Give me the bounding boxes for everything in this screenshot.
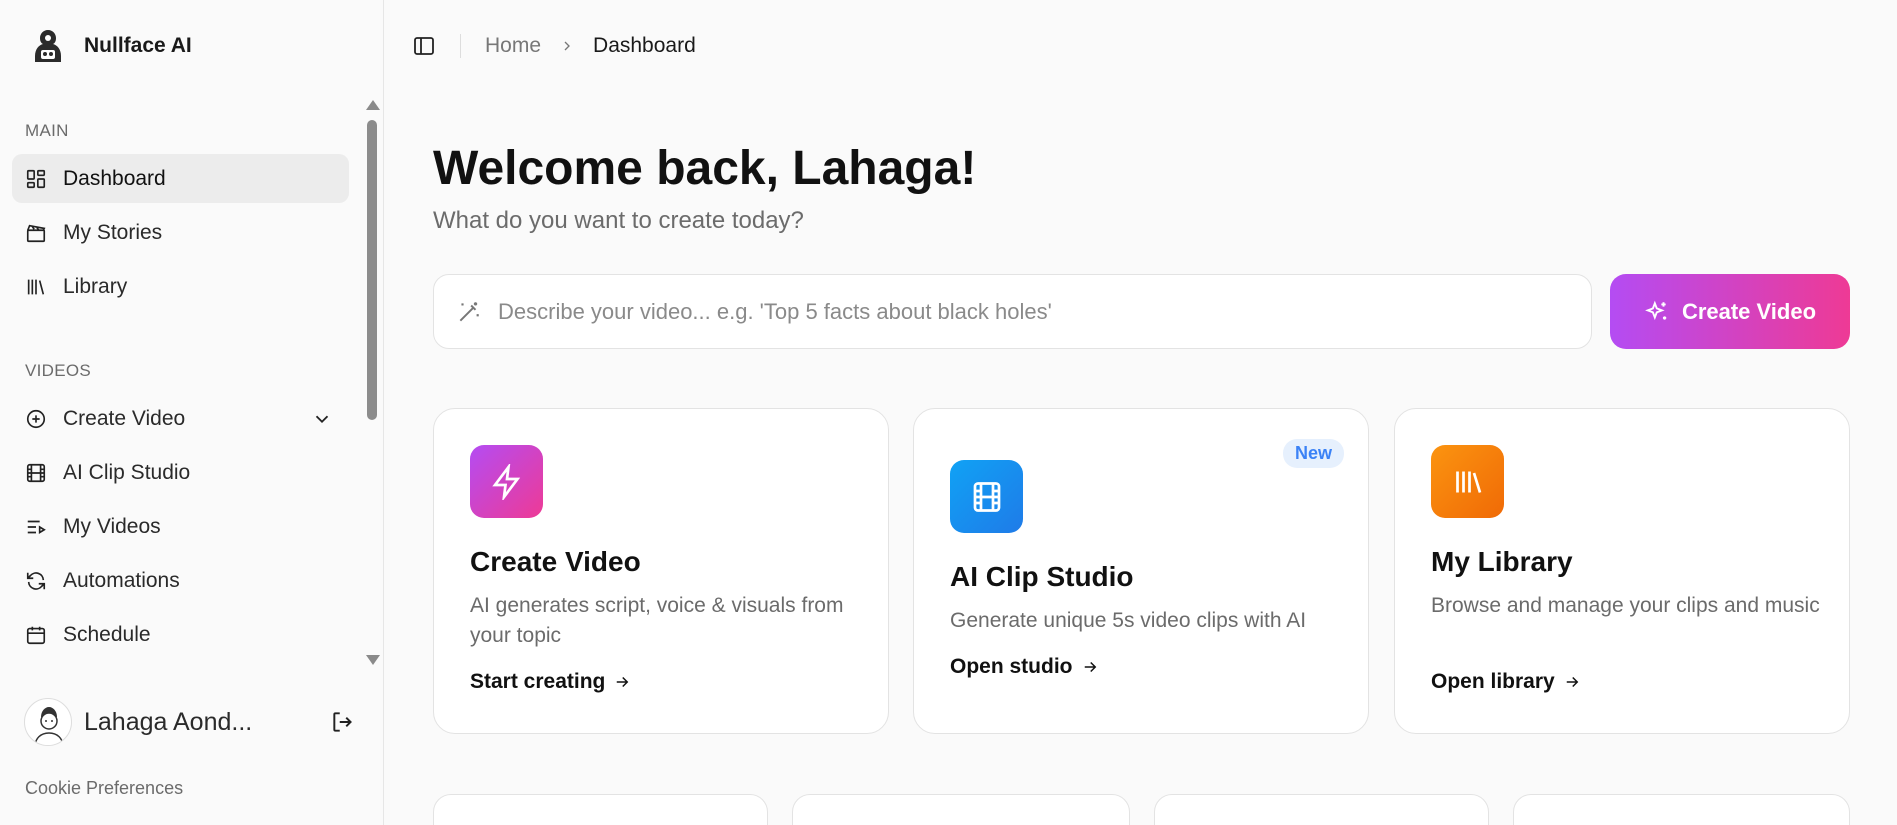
avatar-illustration-icon [34,707,64,745]
card-ai-clip-studio[interactable]: New AI Clip Studio Generate unique 5s vi… [913,408,1369,734]
breadcrumb-home[interactable]: Home [485,34,541,58]
arrow-right-icon [1566,676,1579,688]
lightning-icon [491,463,520,500]
sidebar-item-label: Schedule [63,622,151,646]
sidebar-item-library[interactable]: Library [12,262,349,311]
section-label-main: MAIN [25,121,69,140]
calendar-icon [26,626,46,644]
stat-card[interactable] [1513,794,1850,825]
card-icon-bg [950,460,1023,533]
sidebar-item-label: Dashboard [63,166,166,190]
sidebar-nav: MAIN Dashboard My Stories Library VIDEOS… [0,100,384,670]
sidebar-item-label: My Videos [63,514,161,538]
card-link-start-creating[interactable]: Start creating [470,670,631,694]
sidebar-scrollbar[interactable] [364,100,380,665]
create-video-label: Create Video [1681,298,1817,324]
card-link-open-library[interactable]: Open library [1431,670,1581,694]
clapperboard-icon [26,224,46,242]
arrow-right-icon [617,676,629,688]
chevron-down-icon[interactable] [311,408,333,430]
prompt-box[interactable] [433,274,1592,349]
sidebar-item-my-stories[interactable]: My Stories [12,208,349,257]
card-create-video[interactable]: Create Video AI generates script, voice … [433,408,889,734]
sidebar-item-create-video[interactable]: Create Video [12,394,349,443]
card-link-label: Open studio [950,655,1073,678]
scroll-up-arrow-icon[interactable] [366,100,380,110]
card-link-open-studio[interactable]: Open studio [950,655,1099,679]
nullface-logo-icon [35,30,61,62]
scroll-down-arrow-icon[interactable] [366,655,380,665]
breadcrumb-current: Dashboard [593,34,696,57]
card-title: My Library [1431,546,1573,577]
card-icon-bg [470,445,543,518]
stat-card[interactable] [433,794,768,825]
scroll-thumb[interactable] [367,120,377,420]
card-my-library[interactable]: My Library Browse and manage your clips … [1394,408,1850,734]
sidebar-item-my-videos[interactable]: My Videos [12,502,349,551]
card-description: Browse and manage your clips and music [1431,594,1820,617]
card-title: Create Video [470,546,641,577]
cookie-preferences-link[interactable]: Cookie Preferences [25,778,183,799]
film-icon [26,463,46,482]
library-icon [27,279,45,295]
logout-icon[interactable] [330,709,356,735]
card-description: AI generates script, voice & visuals fro… [470,594,844,647]
sidebar-item-dashboard[interactable]: Dashboard [12,154,349,203]
video-prompt-input[interactable] [498,298,1548,325]
sidebar: Nullface AI MAIN Dashboard My Stories Li… [0,0,384,825]
refresh-icon [26,571,46,590]
arrow-right-icon [1084,661,1096,673]
sidebar-toggle-icon[interactable] [412,34,436,58]
sidebar-item-schedule[interactable]: Schedule [12,610,349,659]
chevron-right-icon [564,41,570,51]
list-video-icon [27,520,46,534]
user-profile[interactable]: Lahaga Aond... [24,698,360,746]
card-description: Generate unique 5s video clips with AI [950,609,1307,632]
page-title: Welcome back, Lahaga! [433,142,977,195]
user-name: Lahaga Aond... [84,707,253,736]
magic-wand-icon [459,301,479,321]
stat-card[interactable] [792,794,1130,825]
topbar: Home Dashboard [384,0,1897,92]
topbar-divider [460,34,461,58]
sidebar-item-label: Library [63,274,128,298]
dashboard-icon [26,169,46,188]
card-link-label: Open library [1431,670,1555,693]
sparkles-icon [1645,300,1667,320]
create-video-button[interactable]: Create Video [1610,274,1850,349]
card-title: AI Clip Studio [950,561,1134,592]
sidebar-item-label: Automations [63,568,180,592]
sidebar-item-ai-clip-studio[interactable]: AI Clip Studio [12,448,349,497]
page-subtitle: What do you want to create today? [433,207,804,234]
brand[interactable]: Nullface AI [28,26,192,66]
plus-circle-icon [26,409,46,428]
section-label-videos: VIDEOS [25,361,92,380]
card-icon-bg [1431,445,1504,518]
card-link-label: Start creating [470,670,606,693]
library-icon [1455,471,1481,493]
new-badge: New [1282,439,1344,468]
sidebar-item-label: Create Video [63,406,186,430]
stat-card[interactable] [1154,794,1489,825]
brand-name: Nullface AI [84,34,192,57]
sidebar-item-label: My Stories [63,220,163,244]
film-icon [973,481,1000,512]
sidebar-item-automations[interactable]: Automations [12,556,349,605]
avatar[interactable] [24,698,72,746]
sidebar-item-label: AI Clip Studio [63,460,191,484]
